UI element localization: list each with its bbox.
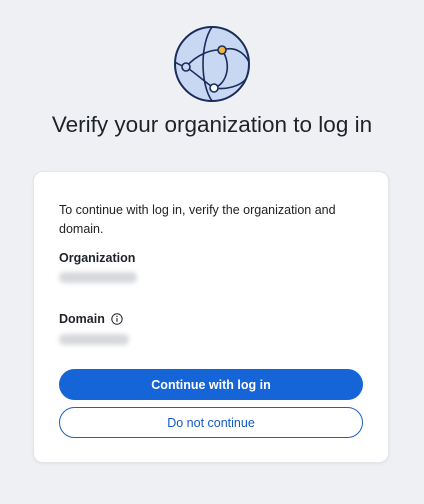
domain-label-row: Domain xyxy=(59,312,123,326)
organization-label: Organization xyxy=(59,251,136,265)
intro-text: To continue with log in, verify the orga… xyxy=(59,203,336,236)
verification-card: To continue with log in, verify the orga… xyxy=(33,171,389,463)
page-title: Verify your organization to log in xyxy=(51,112,373,137)
do-not-continue-button[interactable]: Do not continue xyxy=(59,407,363,438)
domain-label: Domain xyxy=(59,312,105,326)
globe-network-icon xyxy=(172,24,252,104)
domain-value-redacted xyxy=(59,334,129,345)
info-icon[interactable] xyxy=(111,313,123,325)
organization-value-redacted xyxy=(59,272,137,283)
continue-login-button[interactable]: Continue with log in xyxy=(59,369,363,400)
